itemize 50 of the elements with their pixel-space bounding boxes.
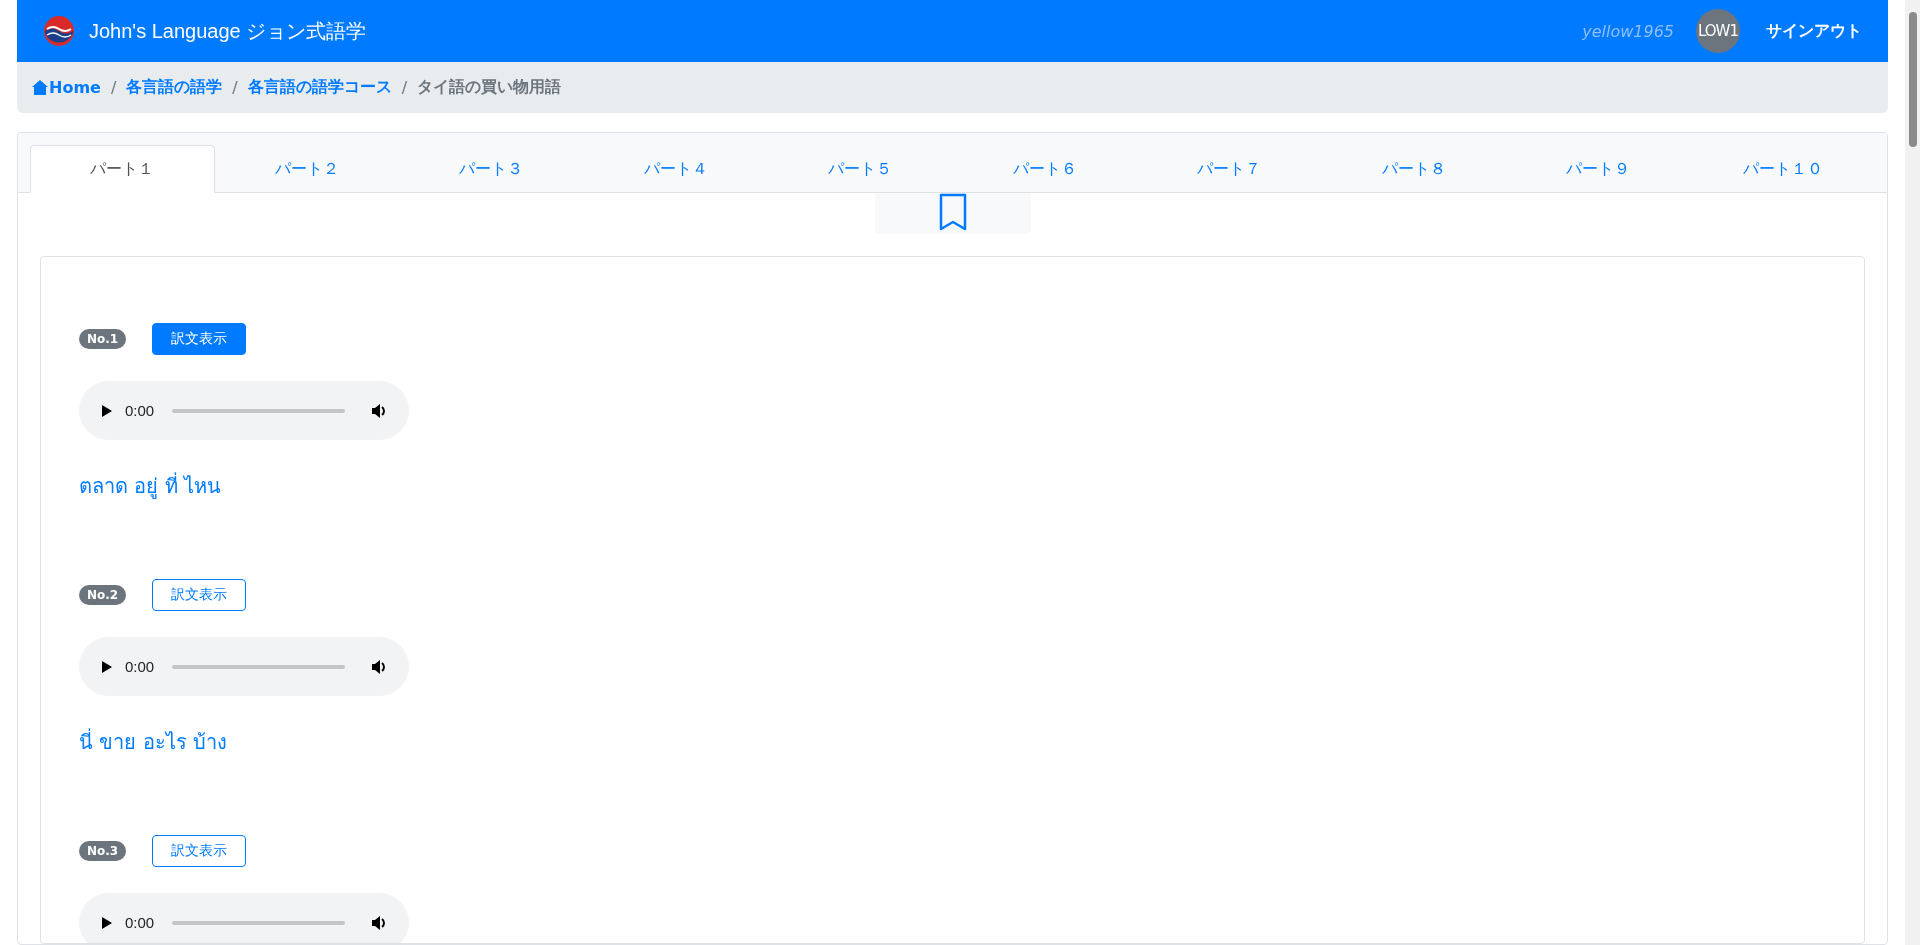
avatar[interactable]: LOW1: [1696, 9, 1740, 53]
audio-time: 0:00: [125, 658, 155, 675]
volume-icon[interactable]: [371, 658, 387, 675]
scrollbar-thumb[interactable]: [1908, 12, 1917, 147]
username: yellow1965: [1582, 21, 1674, 41]
home-link[interactable]: Home: [31, 78, 101, 97]
thai-phrase: นี่ ขาย อะไร บ้าง: [79, 727, 228, 756]
home-icon: [31, 79, 49, 96]
thai-phrase: ตลาด อยู่ ที่ ไหน: [79, 471, 222, 501]
breadcrumb-separator: /: [401, 78, 408, 97]
tab[interactable]: パート５: [768, 145, 953, 193]
tab[interactable]: パート７: [1137, 145, 1322, 193]
brand-title[interactable]: John's Language ジョン式語学: [89, 17, 367, 45]
breadcrumb-current[interactable]: タイ語の買い物用語: [417, 77, 562, 98]
tab[interactable]: パート９: [1506, 145, 1691, 193]
audio-time: 0:00: [125, 402, 155, 419]
progress-track[interactable]: [172, 920, 345, 925]
signout-link[interactable]: サインアウト: [1766, 20, 1862, 42]
tab[interactable]: パート３: [399, 145, 584, 193]
breadcrumb-link[interactable]: 各言語の語学: [126, 77, 223, 98]
audio-player[interactable]: 0:00: [79, 637, 409, 696]
audio-player[interactable]: 0:00: [79, 381, 409, 440]
breadcrumb-separator: /: [232, 78, 238, 97]
translation-button[interactable]: 訳文表示: [152, 323, 247, 355]
logo-icon: [43, 15, 75, 47]
tab[interactable]: パート６: [952, 145, 1137, 193]
translation-button[interactable]: 訳文表示: [152, 579, 247, 611]
bookmark-icon: [937, 193, 968, 233]
volume-icon[interactable]: [371, 402, 387, 419]
tab[interactable]: パート４: [583, 145, 768, 193]
scrollbar[interactable]: [1905, 0, 1920, 945]
number-badge: No.2: [79, 585, 127, 605]
breadcrumb-link[interactable]: 各言語の語学コース: [247, 77, 392, 98]
tab[interactable]: パート１: [30, 145, 215, 193]
translation-button[interactable]: 訳文表示: [152, 835, 247, 867]
tab[interactable]: パート２: [214, 145, 399, 193]
play-icon[interactable]: [101, 659, 113, 674]
tab[interactable]: パート１０: [1690, 145, 1875, 193]
play-icon[interactable]: [101, 915, 113, 930]
audio-time: 0:00: [125, 914, 155, 931]
progress-track[interactable]: [172, 664, 345, 669]
number-badge: No.3: [79, 841, 127, 861]
bookmark-button[interactable]: [874, 193, 1031, 234]
tab[interactable]: パート８: [1321, 145, 1506, 193]
play-icon[interactable]: [101, 403, 113, 418]
breadcrumb-separator: /: [110, 78, 117, 97]
audio-player[interactable]: 0:00: [79, 893, 409, 943]
volume-icon[interactable]: [371, 914, 387, 931]
number-badge: No.1: [79, 329, 127, 349]
progress-track[interactable]: [172, 408, 345, 413]
